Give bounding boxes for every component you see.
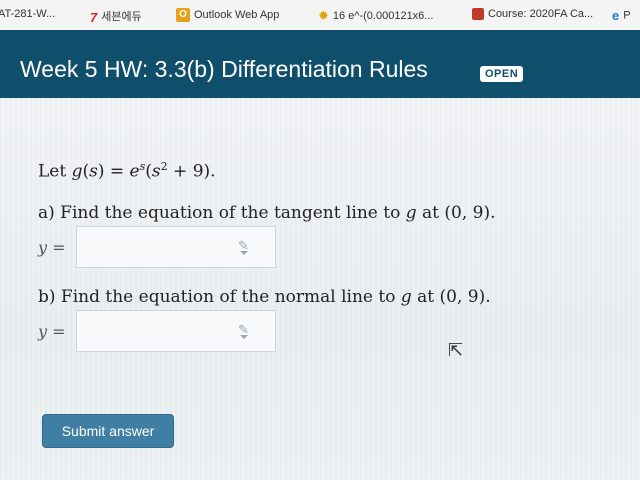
- answer-a-input[interactable]: ✎: [76, 226, 276, 268]
- bookmark-calc[interactable]: ✹ 16 e^-(0.000121x6...: [318, 8, 433, 24]
- problem-intro: Let g(s) = es(s2 + 9).: [38, 160, 216, 182]
- answer-b-input[interactable]: ✎: [76, 310, 276, 352]
- edge-icon: e: [612, 8, 620, 23]
- page-title: Week 5 HW: 3.3(b) Differentiation Rules: [20, 56, 428, 82]
- sun-icon: ✹: [318, 8, 329, 23]
- submit-answer-button[interactable]: Submit answer: [42, 414, 174, 448]
- bookmark-sevenedu[interactable]: 7 세븐에듀: [90, 8, 142, 25]
- mouse-cursor-icon: ⇱: [448, 340, 464, 361]
- seven-icon: 7: [90, 9, 98, 25]
- dropdown-caret-icon: [240, 251, 248, 255]
- bookmark-outlook[interactable]: O Outlook Web App: [176, 8, 279, 22]
- bookmark-label: Outlook Web App: [194, 8, 280, 21]
- dropdown-caret-icon: [240, 335, 248, 339]
- bookmark-label: P: [623, 9, 631, 22]
- course-icon: [472, 8, 484, 21]
- bookmark-label: Course: 2020FA Ca...: [488, 8, 594, 20]
- bookmark-label: AT-281-W...: [0, 8, 56, 20]
- status-badge: OPEN: [480, 66, 524, 82]
- part-b-prompt: b) Find the equation of the normal line …: [38, 287, 491, 307]
- bookmark-label: 16 e^-(0.000121x6...: [332, 9, 434, 22]
- outlook-icon: O: [176, 8, 190, 22]
- bookmark-course[interactable]: Course: 2020FA Ca...: [472, 8, 594, 21]
- answer-a-label: y =: [38, 238, 66, 257]
- answer-b-label: y =: [38, 322, 66, 341]
- part-a-prompt: a) Find the equation of the tangent line…: [38, 203, 496, 223]
- bookmark-label: 세븐에듀: [101, 11, 142, 23]
- bookmarks-bar: AT-281-W... 7 세븐에듀 O Outlook Web App ✹ 16 e…: [0, 0, 640, 31]
- bookmark-at281[interactable]: AT-281-W...: [0, 8, 55, 20]
- assignment-header: Week 5 HW: 3.3(b) Differentiation Rules …: [0, 30, 640, 98]
- bookmark-p[interactable]: eP: [612, 8, 631, 23]
